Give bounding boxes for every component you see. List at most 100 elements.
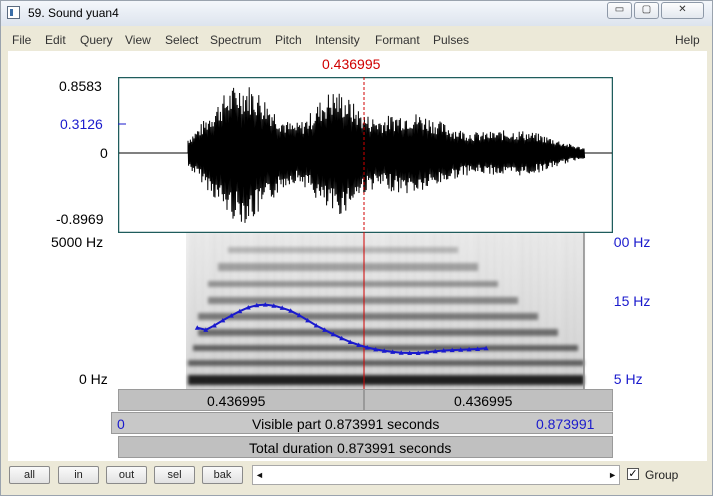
zoom-back-button[interactable]: bak bbox=[202, 466, 243, 484]
spectrogram-striation bbox=[358, 233, 360, 389]
menu-formant[interactable]: Formant bbox=[375, 33, 420, 47]
spectrogram-striation bbox=[522, 233, 524, 389]
window-title: 59. Sound yuan4 bbox=[28, 6, 119, 20]
spectrogram-striation bbox=[526, 233, 528, 389]
spectrogram-striation bbox=[406, 233, 408, 389]
spectrogram-striation bbox=[278, 233, 280, 389]
maximize-button[interactable]: ▢ bbox=[634, 2, 659, 19]
spectrogram-striation bbox=[206, 233, 208, 389]
spectrogram-striation bbox=[430, 233, 432, 389]
group-label: Group bbox=[645, 468, 679, 482]
visible-part-label: Visible part 0.873991 seconds bbox=[252, 416, 440, 432]
spectrogram-striation bbox=[462, 233, 464, 389]
menu-select[interactable]: Select bbox=[165, 33, 198, 47]
praat-sound-window: 59. Sound yuan4 ▭ ▢ ✕ File Edit Query Vi… bbox=[0, 0, 713, 496]
spectrogram-striation bbox=[474, 233, 476, 389]
zoom-all-button[interactable]: all bbox=[9, 466, 50, 484]
app-icon bbox=[7, 6, 20, 19]
total-duration-label: Total duration 0.873991 seconds bbox=[249, 440, 452, 456]
spectrogram-striation bbox=[418, 233, 420, 389]
waveform-plot[interactable] bbox=[118, 77, 613, 233]
spectrogram-striation bbox=[378, 233, 380, 389]
time-bar-left-label: 0.436995 bbox=[207, 393, 266, 409]
spectrogram-striation bbox=[434, 233, 436, 389]
menu-help[interactable]: Help bbox=[675, 33, 700, 47]
spectrogram-striation bbox=[454, 233, 456, 389]
spectrogram-striation bbox=[294, 233, 296, 389]
spectrogram-striation bbox=[342, 233, 344, 389]
horizontal-scrollbar[interactable]: ◄ ► bbox=[252, 465, 620, 485]
spectrogram-striation bbox=[542, 233, 544, 389]
spectrogram-striation bbox=[390, 233, 392, 389]
spectrogram-striation bbox=[486, 233, 488, 389]
spectrogram-striation bbox=[250, 233, 252, 389]
time-bar-right[interactable]: 0.436995 bbox=[364, 389, 613, 411]
scroll-right-icon[interactable]: ► bbox=[608, 470, 617, 480]
spectrogram-striation bbox=[234, 233, 236, 389]
time-bar-left[interactable]: 0.436995 bbox=[118, 389, 364, 411]
visible-part-bar[interactable]: 0 Visible part 0.873991 seconds 0.873991 bbox=[111, 412, 613, 434]
spectrogram-striation bbox=[582, 233, 584, 389]
total-duration-bar[interactable]: Total duration 0.873991 seconds bbox=[118, 436, 613, 458]
spectrogram-striation bbox=[314, 233, 316, 389]
spectrogram-striation bbox=[558, 233, 560, 389]
menu-query[interactable]: Query bbox=[80, 33, 113, 47]
title-bar: 59. Sound yuan4 ▭ ▢ ✕ bbox=[1, 1, 712, 26]
spectrogram-striation bbox=[534, 233, 536, 389]
spectrogram-striation bbox=[478, 233, 480, 389]
menu-view[interactable]: View bbox=[125, 33, 151, 47]
spectrogram-striation bbox=[498, 233, 500, 389]
menu-spectrum[interactable]: Spectrum bbox=[210, 33, 261, 47]
spectrogram-striation bbox=[442, 233, 444, 389]
spectrogram-striation bbox=[530, 233, 532, 389]
spectrogram-striation bbox=[570, 233, 572, 389]
spectrogram-striation bbox=[218, 233, 220, 389]
spectrogram-striation bbox=[254, 233, 256, 389]
sound-editor-canvas[interactable]: 0.436995 0.8583 0.3126 0 -0.8969 5000 Hz… bbox=[8, 51, 707, 461]
spectrogram-striation bbox=[326, 233, 328, 389]
spectrogram-striation bbox=[470, 233, 472, 389]
spectrogram-striation bbox=[414, 233, 416, 389]
spectrogram-freq-bottom-label: 0 Hz bbox=[79, 371, 108, 387]
spectrogram-plot[interactable] bbox=[118, 233, 613, 389]
menu-bar: File Edit Query View Select Spectrum Pit… bbox=[2, 30, 711, 50]
menu-edit[interactable]: Edit bbox=[45, 33, 66, 47]
zoom-out-button[interactable]: out bbox=[106, 466, 147, 484]
spectrogram-striation bbox=[494, 233, 496, 389]
spectrogram-striation bbox=[298, 233, 300, 389]
visible-start-label: 0 bbox=[117, 416, 125, 432]
spectrogram-striation bbox=[214, 233, 216, 389]
spectrogram-striation bbox=[514, 233, 516, 389]
spectrogram-striation bbox=[562, 233, 564, 389]
spectrogram-striation bbox=[410, 233, 412, 389]
spectrogram-striation bbox=[578, 233, 580, 389]
menu-pitch[interactable]: Pitch bbox=[275, 33, 302, 47]
scroll-left-icon[interactable]: ◄ bbox=[255, 470, 264, 480]
spectrogram-striation bbox=[210, 233, 212, 389]
spectrogram-striation bbox=[262, 233, 264, 389]
spectrogram-striation bbox=[446, 233, 448, 389]
spectrogram-striation bbox=[338, 233, 340, 389]
spectrogram-striation bbox=[366, 233, 368, 389]
spectrogram-striation bbox=[330, 233, 332, 389]
spectrogram-striation bbox=[466, 233, 468, 389]
close-button[interactable]: ✕ bbox=[661, 2, 704, 19]
zoom-sel-button[interactable]: sel bbox=[154, 466, 195, 484]
menu-file[interactable]: File bbox=[12, 33, 31, 47]
waveform-ymax-label: 0.8583 bbox=[59, 78, 102, 94]
spectrogram-striation bbox=[350, 233, 352, 389]
spectrogram-striation bbox=[574, 233, 576, 389]
spectrogram-striation bbox=[258, 233, 260, 389]
spectrogram-striation bbox=[506, 233, 508, 389]
menu-pulses[interactable]: Pulses bbox=[433, 33, 469, 47]
menu-intensity[interactable]: Intensity bbox=[315, 33, 360, 47]
zoom-in-button[interactable]: in bbox=[58, 466, 99, 484]
spectrogram-striation bbox=[282, 233, 284, 389]
group-checkbox[interactable]: ✓ bbox=[627, 468, 639, 480]
minimize-button[interactable]: ▭ bbox=[607, 2, 632, 19]
spectrogram-striation bbox=[274, 233, 276, 389]
spectrogram-striation bbox=[402, 233, 404, 389]
spectrogram-striation bbox=[190, 233, 192, 389]
spectrogram-striation bbox=[398, 233, 400, 389]
spectrogram-striation bbox=[226, 233, 228, 389]
